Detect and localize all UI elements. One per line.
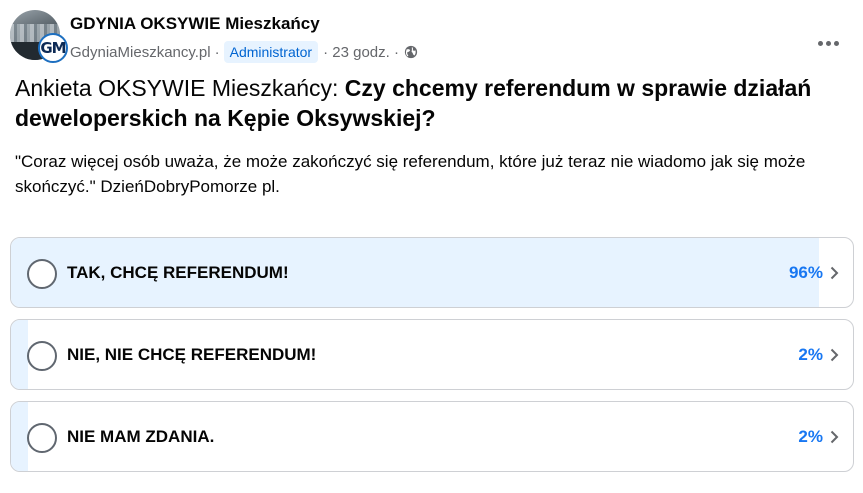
poll-option-label: NIE, NIE CHCĘ REFERENDUM! (67, 344, 317, 364)
chevron-right-icon[interactable] (830, 430, 839, 444)
radio-button[interactable] (27, 423, 57, 453)
poll-option-percent: 96% (788, 262, 823, 282)
radio-button[interactable] (27, 259, 57, 289)
role-badge: Administrator (223, 41, 319, 63)
poll-title: Ankieta OKSYWIE Mieszkańcy: Czy chcemy r… (15, 73, 850, 133)
chevron-right-icon[interactable] (830, 266, 839, 280)
globe-icon[interactable] (404, 45, 418, 59)
poll-option-no[interactable]: NIE, NIE CHCĘ REFERENDUM! 2% (10, 319, 854, 390)
poll-description: "Coraz więcej osób uważa, że może zakońc… (15, 152, 806, 196)
gm-logo-badge[interactable]: GM (38, 33, 68, 63)
more-options-icon[interactable] (813, 28, 843, 58)
poll-result-bar (11, 402, 28, 471)
poll-option-percent: 2% (798, 426, 823, 446)
post-header: GM GDYNIA OKSYWIE Mieszkańcy GdyniaMiesz… (10, 10, 853, 64)
post-timestamp[interactable]: · 23 godz. · (323, 44, 399, 61)
poll-option-label: NIE MAM ZDANIA. (67, 426, 215, 446)
chevron-right-icon[interactable] (830, 348, 839, 362)
page-name-link[interactable]: GDYNIA OKSYWIE Mieszkańcy (70, 14, 320, 34)
post-meta: GdyniaMieszkancy.pl · Administrator · 23… (70, 40, 418, 64)
poll-option-yes[interactable]: TAK, CHCĘ REFERENDUM! 96% (10, 237, 854, 308)
poll-result-bar (11, 320, 28, 389)
poll-option-label: TAK, CHCĘ REFERENDUM! (67, 262, 289, 282)
radio-button[interactable] (27, 341, 57, 371)
gm-logo-text: GM (40, 39, 66, 57)
poll-option-percent: 2% (798, 344, 823, 364)
site-link[interactable]: GdyniaMieszkancy.pl (70, 44, 211, 61)
poll-title-prefix: Ankieta OKSYWIE Mieszkańcy: (15, 75, 345, 101)
meta-separator: · (214, 43, 220, 61)
poll-option-no-opinion[interactable]: NIE MAM ZDANIA. 2% (10, 401, 854, 472)
